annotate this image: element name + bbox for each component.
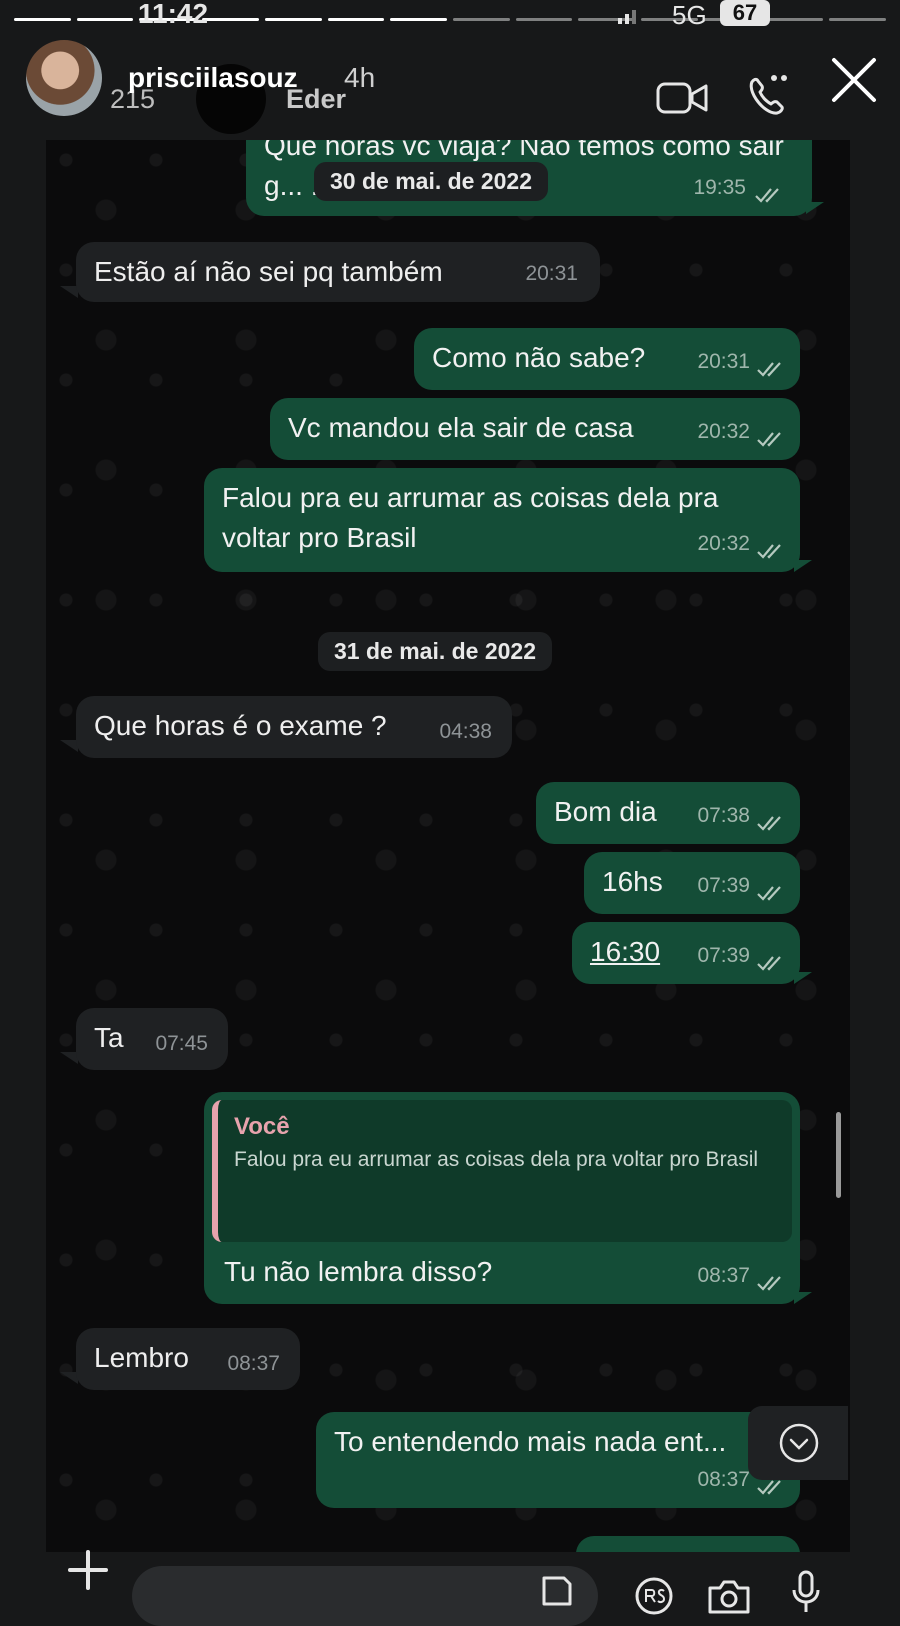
- video-call-icon[interactable]: [656, 80, 708, 116]
- message-time: 08:37: [697, 1264, 750, 1287]
- message-text: Como não sabe?: [432, 342, 646, 373]
- message-text: Ta: [94, 1022, 124, 1053]
- message-time: 07:39: [697, 944, 750, 967]
- bubble-tail: [794, 972, 812, 984]
- story-age: 4h: [344, 62, 376, 93]
- message-time: 20:32: [697, 420, 750, 443]
- message-time: 07:38: [697, 804, 750, 827]
- read-receipt-icon: [757, 886, 781, 901]
- scroll-to-bottom-button[interactable]: [748, 1406, 848, 1480]
- read-receipt-icon: [757, 544, 781, 559]
- status-time: 11:42: [138, 0, 209, 29]
- message-text: 16:30: [590, 936, 661, 967]
- message-time: 08:37: [697, 1468, 750, 1491]
- message-outgoing[interactable]: To entendendo mais nada ent... 08:37: [316, 1412, 800, 1508]
- message-reply[interactable]: Você Falou pra eu arrumar as coisas dela…: [204, 1092, 800, 1304]
- message-time: 20:31: [697, 350, 750, 373]
- message-time: 04:38: [439, 720, 492, 743]
- message-outgoing[interactable]: 16:30 07:39: [572, 922, 800, 984]
- message-incoming[interactable]: Que horas é o exame ? 04:38: [76, 696, 512, 758]
- quote-text: Falou pra eu arrumar as coisas dela pra …: [234, 1148, 759, 1171]
- message-input[interactable]: [132, 1566, 598, 1626]
- message-text: Estão aí não sei pq também: [94, 256, 443, 287]
- camera-icon[interactable]: [706, 1576, 752, 1616]
- message-outgoing[interactable]: 16hs 07:39: [584, 852, 800, 914]
- message-text: Tu não lembra disso?: [224, 1256, 493, 1287]
- message-time: 08:37: [227, 1352, 280, 1375]
- network-label: 5G: [672, 0, 707, 30]
- quote-author: Você: [234, 1113, 290, 1140]
- message-time: 20:31: [525, 262, 578, 285]
- message-text: Vc mandou ela sair de casa: [288, 412, 634, 443]
- bubble-tail: [806, 202, 824, 214]
- story-username[interactable]: prisciilasouz: [128, 62, 298, 94]
- message-text: Que horas é o exame ?: [94, 710, 387, 741]
- message-time: 19:35: [693, 176, 746, 199]
- scrollbar[interactable]: [836, 1112, 841, 1198]
- message-text: 16hs: [602, 866, 663, 897]
- message-time: 20:32: [697, 532, 750, 555]
- message-outgoing[interactable]: Bom dia 07:38: [536, 782, 800, 844]
- read-receipt-icon: [757, 956, 781, 971]
- chevron-down-icon: [779, 1423, 819, 1463]
- story-avatar[interactable]: [26, 40, 102, 116]
- phone-call-icon[interactable]: [744, 72, 792, 120]
- message-time: 07:39: [697, 874, 750, 897]
- read-receipt-icon: [757, 362, 781, 377]
- bubble-tail: [794, 1292, 812, 1304]
- message-incoming[interactable]: Estão aí não sei pq também 20:31: [76, 242, 600, 302]
- sticker-icon[interactable]: [538, 1574, 574, 1610]
- read-receipt-icon: [757, 1480, 781, 1495]
- bubble-tail: [60, 286, 78, 298]
- bubble-tail: [794, 560, 812, 572]
- read-receipt-icon: [757, 1276, 781, 1291]
- read-receipt-icon: [757, 816, 781, 831]
- message-incoming[interactable]: Lembro 08:37: [76, 1328, 300, 1390]
- microphone-icon[interactable]: [790, 1570, 822, 1614]
- quoted-message[interactable]: Você Falou pra eu arrumar as coisas dela…: [212, 1100, 792, 1242]
- chat-area[interactable]: Que horas vc viaja? Não temos como sair …: [46, 140, 850, 1552]
- message-outgoing[interactable]: Falou pra eu arrumar as coisas dela pra …: [204, 468, 800, 572]
- signal-icon: [618, 10, 636, 24]
- message-text: Bom dia: [554, 796, 657, 827]
- message-text: Lembro: [94, 1342, 189, 1373]
- message-time: 07:45: [155, 1032, 208, 1055]
- message-incoming[interactable]: Ta 07:45: [76, 1008, 228, 1070]
- message-outgoing-partial[interactable]: [576, 1536, 800, 1552]
- plus-icon[interactable]: [66, 1548, 110, 1592]
- date-separator: 30 de mai. de 2022: [314, 162, 549, 201]
- read-receipt-icon: [755, 188, 779, 203]
- message-outgoing[interactable]: Como não sabe? 20:31: [414, 328, 800, 390]
- date-separator: 31 de mai. de 2022: [318, 632, 553, 671]
- message-outgoing[interactable]: Vc mandou ela sair de casa 20:32: [270, 398, 800, 460]
- close-icon[interactable]: [826, 52, 882, 108]
- payment-icon[interactable]: [634, 1576, 674, 1616]
- battery-icon: 67: [720, 0, 770, 26]
- message-text: To entendendo mais nada ent...: [334, 1426, 727, 1457]
- read-receipt-icon: [757, 432, 781, 447]
